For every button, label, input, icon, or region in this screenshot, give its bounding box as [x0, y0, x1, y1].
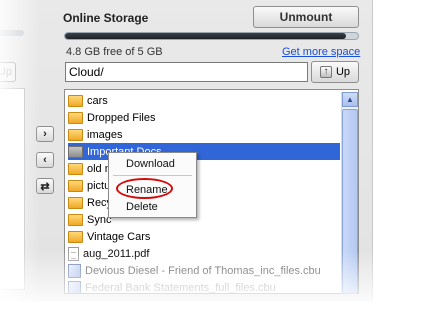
left-storage-bar: [0, 30, 24, 36]
sync-button[interactable]: ⇄: [36, 178, 54, 194]
storage-usage-bar: [64, 32, 359, 40]
vertical-scrollbar[interactable]: ▲: [341, 92, 358, 294]
file-name: cars: [87, 94, 108, 107]
file-name: pictu: [87, 179, 111, 192]
backup-file-icon: [68, 263, 81, 278]
file-name: Devious Diesel - Friend of Thomas_inc_fi…: [85, 264, 321, 277]
get-more-space-link[interactable]: Get more space: [282, 46, 360, 58]
up-arrow-icon: ↑: [319, 66, 332, 78]
file-row[interactable]: Devious Diesel - Friend of Thomas_inc_fi…: [68, 262, 340, 279]
folder-icon: [68, 179, 83, 192]
document-icon: [68, 246, 79, 261]
folder-icon: [68, 145, 83, 158]
copy-right-button[interactable]: ›: [36, 126, 54, 142]
rename-highlight-circle: [116, 178, 173, 199]
folder-icon: [68, 162, 83, 175]
file-name: Dropped Files: [87, 111, 156, 124]
folder-icon: [68, 230, 83, 243]
menu-item-delete[interactable]: Delete: [126, 201, 158, 213]
sync-icon: ⇄: [40, 180, 50, 193]
panel-title: Online Storage: [63, 11, 149, 25]
file-row[interactable]: images: [68, 126, 340, 143]
folder-icon: [68, 128, 83, 141]
file-row[interactable]: cars: [68, 92, 340, 109]
left-file-list[interactable]: [0, 88, 25, 290]
menu-item-download[interactable]: Download: [126, 158, 175, 170]
file-name: images: [87, 128, 123, 141]
folder-icon: [68, 94, 83, 107]
file-name: Vintage Cars: [87, 230, 151, 243]
file-row[interactable]: Federal Bank Statements_full_files.cbu: [68, 279, 340, 294]
scroll-thumb[interactable]: [342, 109, 358, 294]
storage-free-text: 4.8 GB free of 5 GB: [66, 46, 163, 58]
scroll-up-icon[interactable]: ▲: [342, 92, 358, 107]
copy-left-button[interactable]: ‹: [36, 152, 54, 168]
context-menu: Download Rename Delete: [108, 152, 197, 218]
folder-icon: [68, 213, 83, 226]
up-button[interactable]: ↑ Up: [311, 61, 359, 83]
file-name: aug_2011.pdf: [83, 247, 150, 260]
chevron-left-icon: ‹: [43, 154, 47, 166]
backup-file-icon: [68, 280, 81, 293]
file-row[interactable]: Dropped Files: [68, 109, 340, 126]
file-row[interactable]: aug_2011.pdf: [68, 245, 340, 262]
path-input[interactable]: [65, 62, 308, 82]
folder-icon: [68, 196, 83, 209]
up-button-label: Up: [335, 66, 351, 78]
chevron-right-icon: ›: [43, 128, 47, 140]
left-up-button[interactable]: Up: [0, 62, 16, 82]
storage-usage-fill: [65, 33, 347, 39]
file-name: Federal Bank Statements_full_files.cbu: [85, 281, 276, 294]
file-row[interactable]: Vintage Cars: [68, 228, 340, 245]
unmount-button[interactable]: Unmount: [253, 6, 359, 28]
menu-separator: [113, 175, 192, 176]
folder-icon: [68, 111, 83, 124]
